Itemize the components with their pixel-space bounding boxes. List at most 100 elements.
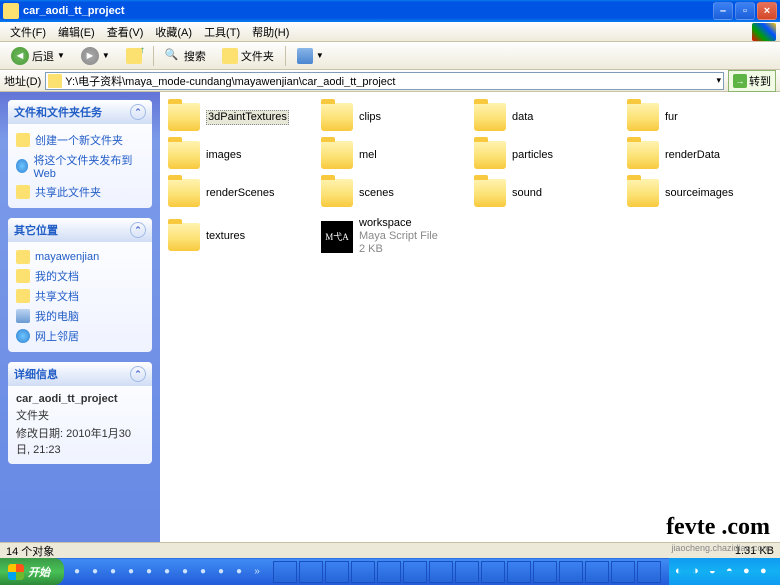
ql-item[interactable]: ● bbox=[230, 562, 248, 582]
ql-item[interactable]: ● bbox=[68, 562, 86, 582]
search-button[interactable]: 🔍 搜索 bbox=[158, 45, 213, 67]
folder-icon bbox=[321, 103, 353, 131]
task-button[interactable] bbox=[377, 561, 401, 583]
item-label: scenes bbox=[359, 187, 394, 200]
back-button[interactable]: ◄ 后退 ▼ bbox=[4, 44, 72, 68]
place-my-docs[interactable]: 我的文档 bbox=[16, 266, 144, 286]
folder-item[interactable]: renderScenes bbox=[164, 176, 317, 210]
panel-header[interactable]: 其它位置 ⌃ bbox=[8, 218, 152, 242]
ql-item[interactable]: ● bbox=[140, 562, 158, 582]
goto-button[interactable]: → 转到 bbox=[728, 70, 776, 92]
panel-header[interactable]: 详细信息 ⌃ bbox=[8, 362, 152, 386]
address-input-wrap[interactable]: ▾ bbox=[45, 72, 724, 90]
task-button[interactable] bbox=[533, 561, 557, 583]
new-folder-icon bbox=[16, 133, 30, 147]
folder-item[interactable]: sound bbox=[470, 176, 623, 210]
folders-button[interactable]: 文件夹 bbox=[215, 45, 281, 67]
menu-edit[interactable]: 编辑(E) bbox=[52, 24, 101, 40]
task-button[interactable] bbox=[455, 561, 479, 583]
toolbar: ◄ 后退 ▼ ► ▼ ↑ 🔍 搜索 文件夹 ▼ bbox=[0, 42, 780, 70]
ql-item[interactable]: ● bbox=[158, 562, 176, 582]
task-button[interactable] bbox=[273, 561, 297, 583]
up-button[interactable]: ↑ bbox=[119, 45, 149, 67]
separator bbox=[285, 46, 286, 66]
folder-item[interactable]: textures bbox=[164, 214, 317, 259]
task-button[interactable] bbox=[403, 561, 427, 583]
ql-item[interactable]: ● bbox=[122, 562, 140, 582]
task-new-folder[interactable]: 创建一个新文件夹 bbox=[16, 130, 144, 150]
ql-item[interactable]: ● bbox=[194, 562, 212, 582]
menu-favorites[interactable]: 收藏(A) bbox=[149, 24, 198, 40]
menu-tools[interactable]: 工具(T) bbox=[198, 24, 246, 40]
folder-item[interactable]: particles bbox=[470, 138, 623, 172]
detail-type: 文件夹 bbox=[16, 406, 144, 424]
ql-item[interactable]: ● bbox=[212, 562, 230, 582]
ql-overflow-icon[interactable]: » bbox=[248, 562, 266, 582]
folder-item[interactable]: clips bbox=[317, 100, 470, 134]
ql-item[interactable]: ● bbox=[104, 562, 122, 582]
menu-view[interactable]: 查看(V) bbox=[101, 24, 150, 40]
panel-other-places: 其它位置 ⌃ mayawenjian 我的文档 共享文档 我的电脑 网上邻居 bbox=[8, 218, 152, 352]
place-shared-docs[interactable]: 共享文档 bbox=[16, 286, 144, 306]
share-folder-icon bbox=[16, 185, 30, 199]
address-label: 地址(D) bbox=[4, 73, 41, 89]
start-button[interactable]: 开始 bbox=[0, 558, 64, 585]
place-network[interactable]: 网上邻居 bbox=[16, 326, 144, 346]
folder-item[interactable]: fur bbox=[623, 100, 776, 134]
menu-help[interactable]: 帮助(H) bbox=[246, 24, 295, 40]
task-button[interactable] bbox=[351, 561, 375, 583]
folder-icon bbox=[627, 103, 659, 131]
folder-item[interactable]: scenes bbox=[317, 176, 470, 210]
ql-item[interactable]: ● bbox=[176, 562, 194, 582]
folder-icon bbox=[168, 179, 200, 207]
task-button[interactable] bbox=[585, 561, 609, 583]
task-publish-web[interactable]: 将这个文件夹发布到 Web bbox=[16, 150, 144, 182]
task-button[interactable] bbox=[325, 561, 349, 583]
folder-item[interactable]: sourceimages bbox=[623, 176, 776, 210]
tray-icon[interactable]: ● bbox=[760, 565, 774, 579]
item-label: renderScenes bbox=[206, 187, 275, 200]
forward-arrow-icon: ► bbox=[81, 47, 99, 65]
task-button[interactable] bbox=[429, 561, 453, 583]
maximize-button[interactable]: ▫ bbox=[735, 2, 755, 20]
task-button[interactable] bbox=[611, 561, 635, 583]
folder-item[interactable]: renderData bbox=[623, 138, 776, 172]
chevron-up-icon: ⌃ bbox=[130, 104, 146, 120]
menu-file[interactable]: 文件(F) bbox=[4, 24, 52, 40]
task-button[interactable] bbox=[559, 561, 583, 583]
panel-title: 文件和文件夹任务 bbox=[14, 104, 102, 120]
folder-item[interactable]: mel bbox=[317, 138, 470, 172]
folder-item[interactable]: 3dPaintTextures bbox=[164, 100, 317, 134]
tray-icon[interactable]: ◐ bbox=[675, 565, 689, 579]
close-button[interactable]: × bbox=[757, 2, 777, 20]
chevron-up-icon: ⌃ bbox=[130, 366, 146, 382]
tray-icon[interactable]: ◑ bbox=[692, 565, 706, 579]
windows-logo-icon bbox=[8, 564, 24, 580]
web-publish-icon bbox=[16, 159, 28, 173]
folder-icon bbox=[474, 103, 506, 131]
task-button[interactable] bbox=[507, 561, 531, 583]
folder-item[interactable]: images bbox=[164, 138, 317, 172]
task-button[interactable] bbox=[299, 561, 323, 583]
address-dropdown-icon[interactable]: ▾ bbox=[716, 75, 721, 86]
folder-icon bbox=[627, 141, 659, 169]
minimize-button[interactable]: – bbox=[713, 2, 733, 20]
ql-item[interactable]: ● bbox=[86, 562, 104, 582]
tray-icon[interactable]: ◓ bbox=[726, 565, 740, 579]
task-button[interactable] bbox=[637, 561, 661, 583]
folder-view[interactable]: 3dPaintTexturesclipsdatafur imagesmelpart… bbox=[160, 92, 780, 573]
views-button[interactable]: ▼ bbox=[290, 45, 331, 67]
panel-header[interactable]: 文件和文件夹任务 ⌃ bbox=[8, 100, 152, 124]
dropdown-icon: ▼ bbox=[102, 51, 110, 60]
titlebar: car_aodi_tt_project – ▫ × bbox=[0, 0, 780, 22]
address-input[interactable] bbox=[65, 75, 713, 87]
place-my-computer[interactable]: 我的电脑 bbox=[16, 306, 144, 326]
tray-icon[interactable]: ● bbox=[743, 565, 757, 579]
place-mayawenjian[interactable]: mayawenjian bbox=[16, 248, 144, 266]
task-share-folder[interactable]: 共享此文件夹 bbox=[16, 182, 144, 202]
forward-button[interactable]: ► ▼ bbox=[74, 44, 117, 68]
task-button[interactable] bbox=[481, 561, 505, 583]
tray-icon[interactable]: ◒ bbox=[709, 565, 723, 579]
file-item[interactable]: M弋AworkspaceMaya Script File2 KB bbox=[317, 214, 470, 259]
folder-item[interactable]: data bbox=[470, 100, 623, 134]
